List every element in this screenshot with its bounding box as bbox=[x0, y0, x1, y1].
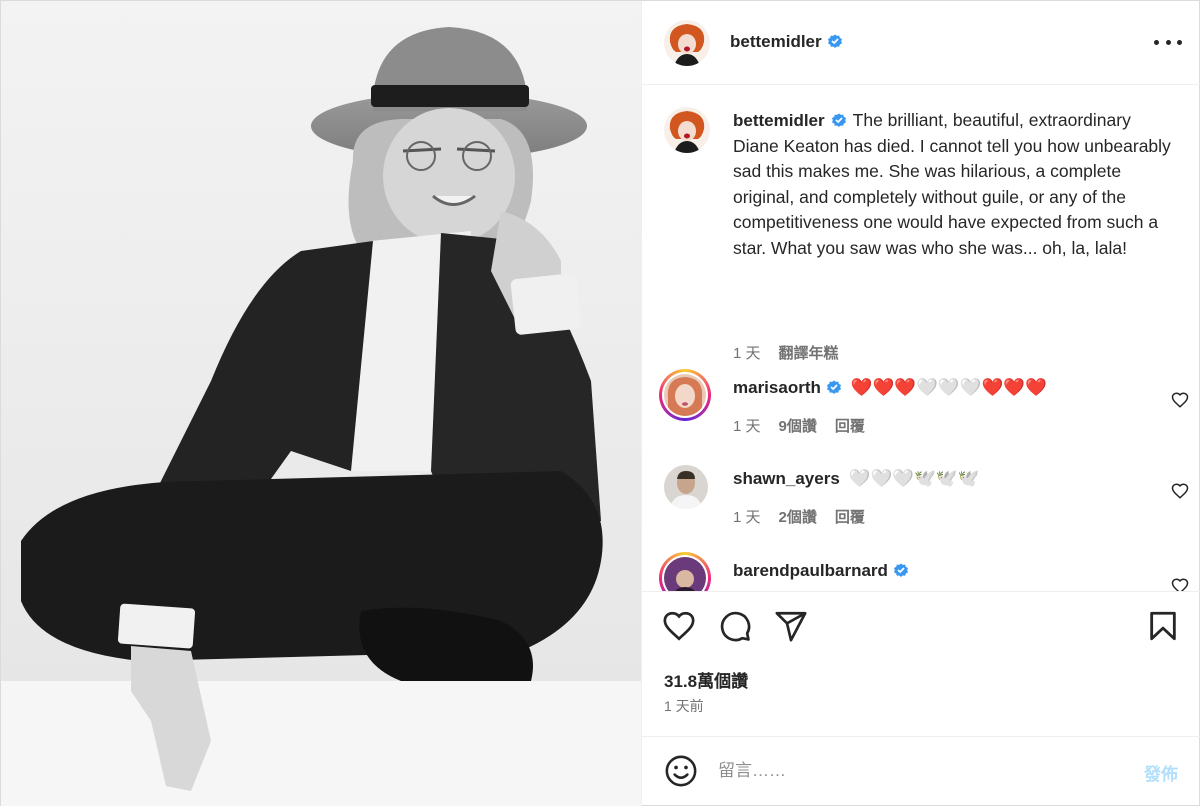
verified-badge-icon bbox=[826, 380, 841, 394]
heart-icon[interactable] bbox=[662, 609, 696, 643]
comment-item: shawn_ayers 🤍🤍🤍🕊️🕊️🕊️ 1 天 2個讚 回覆 bbox=[659, 460, 1189, 540]
comment-likes[interactable]: 9個讚 bbox=[779, 415, 817, 436]
author-username-text[interactable]: bettemidler bbox=[730, 32, 822, 51]
post-actions: 31.8萬個讚 1 天前 bbox=[642, 591, 1200, 741]
caption-username[interactable]: bettemidler bbox=[733, 111, 825, 130]
comment-text: 🤍🤍🤍🕊️🕊️🕊️ bbox=[848, 468, 980, 488]
comment-input[interactable] bbox=[718, 755, 1108, 787]
comment-time[interactable]: 1 天 bbox=[733, 415, 761, 436]
like-count[interactable]: 31.8萬個讚 bbox=[664, 667, 748, 692]
comment-heart-icon[interactable] bbox=[1171, 391, 1189, 409]
caption-author-avatar[interactable] bbox=[664, 107, 710, 153]
caption-meta: 1 天 翻譯年糕 bbox=[733, 342, 839, 363]
post-modal: bettemidler bettemidler The brilliant, b… bbox=[0, 0, 1200, 806]
commenter-username[interactable]: shawn_ayers bbox=[733, 469, 840, 488]
comment-avatar-ring[interactable] bbox=[659, 369, 711, 421]
photo-illustration bbox=[1, 1, 641, 806]
comment-heart-icon[interactable] bbox=[1171, 577, 1189, 591]
post-photo[interactable] bbox=[1, 1, 641, 806]
verified-badge-icon bbox=[893, 563, 908, 577]
comment-meta: 1 天 9個讚 回覆 bbox=[733, 415, 865, 436]
comment-heart-icon[interactable] bbox=[1171, 482, 1189, 500]
reply-button[interactable]: 回覆 bbox=[835, 415, 865, 436]
caption-text: The brilliant, beautiful, extraordinary … bbox=[733, 110, 1171, 258]
comment-item: barendpaulbarnard bbox=[659, 552, 1189, 591]
comment-icon[interactable] bbox=[718, 609, 752, 643]
comment-text-row: barendpaulbarnard bbox=[733, 560, 909, 581]
more-options-icon[interactable] bbox=[1154, 31, 1182, 53]
commenter-avatar[interactable] bbox=[664, 374, 706, 416]
caption-body: bettemidler The brilliant, beautiful, ext… bbox=[733, 108, 1173, 262]
post-sidebar: bettemidler bettemidler The brilliant, b… bbox=[641, 1, 1200, 806]
posted-time[interactable]: 1 天前 bbox=[664, 696, 704, 716]
commenter-avatar[interactable] bbox=[664, 465, 708, 509]
comment-item: marisaorth ❤️❤️❤️🤍🤍🤍❤️❤️❤️ 1 天 9個讚 回覆 bbox=[659, 369, 1189, 449]
commenter-username[interactable]: barendpaulbarnard bbox=[733, 561, 888, 580]
verified-badge-icon bbox=[831, 113, 846, 127]
share-icon[interactable] bbox=[774, 609, 808, 643]
comment-likes[interactable]: 2個讚 bbox=[779, 506, 817, 527]
reply-button[interactable]: 回覆 bbox=[835, 506, 865, 527]
author-username[interactable]: bettemidler bbox=[730, 32, 843, 52]
verified-badge-icon bbox=[827, 34, 842, 48]
post-comment-button[interactable]: 發佈 bbox=[1144, 760, 1178, 785]
post-header: bettemidler bbox=[642, 1, 1200, 85]
comment-avatar-ring[interactable] bbox=[659, 552, 711, 591]
comment-text: ❤️❤️❤️🤍🤍🤍❤️❤️❤️ bbox=[850, 377, 1047, 397]
translate-link[interactable]: 翻譯年糕 bbox=[779, 342, 839, 363]
comment-meta: 1 天 2個讚 回覆 bbox=[733, 506, 865, 527]
comments-list[interactable]: bettemidler The brilliant, beautiful, ext… bbox=[642, 85, 1200, 591]
emoji-icon[interactable] bbox=[664, 754, 698, 788]
comment-text-row: shawn_ayers 🤍🤍🤍🕊️🕊️🕊️ bbox=[733, 468, 979, 489]
comment-text-row: marisaorth ❤️❤️❤️🤍🤍🤍❤️❤️❤️ bbox=[733, 377, 1047, 398]
commenter-avatar[interactable] bbox=[664, 557, 706, 591]
author-avatar[interactable] bbox=[664, 20, 710, 66]
comment-time[interactable]: 1 天 bbox=[733, 506, 761, 527]
bookmark-icon[interactable] bbox=[1146, 609, 1180, 643]
commenter-username[interactable]: marisaorth bbox=[733, 378, 821, 397]
comment-composer: 發佈 bbox=[642, 736, 1200, 806]
caption-time[interactable]: 1 天 bbox=[733, 342, 761, 363]
